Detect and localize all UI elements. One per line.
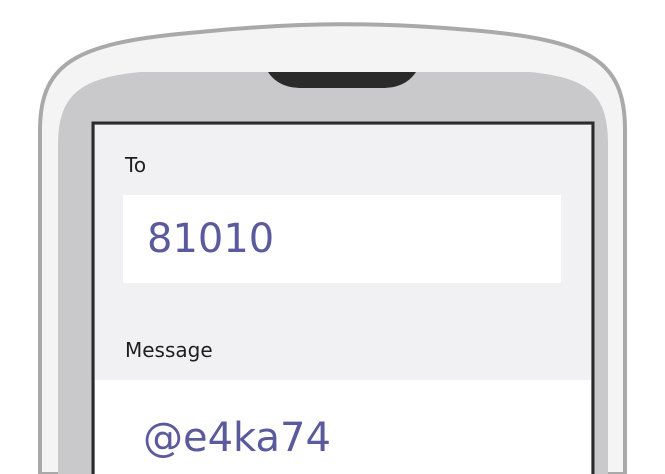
message-label: Message: [125, 338, 213, 362]
phone-illustration: To 81010 Message @e4ka74: [0, 0, 665, 474]
message-value: @e4ka74: [143, 415, 331, 461]
to-field[interactable]: 81010: [123, 195, 561, 283]
to-value: 81010: [147, 216, 275, 262]
compose-screen: To 81010 Message @e4ka74: [95, 125, 591, 474]
message-field[interactable]: @e4ka74: [95, 380, 591, 474]
speaker-slot: [268, 72, 416, 88]
to-label: To: [125, 153, 147, 177]
